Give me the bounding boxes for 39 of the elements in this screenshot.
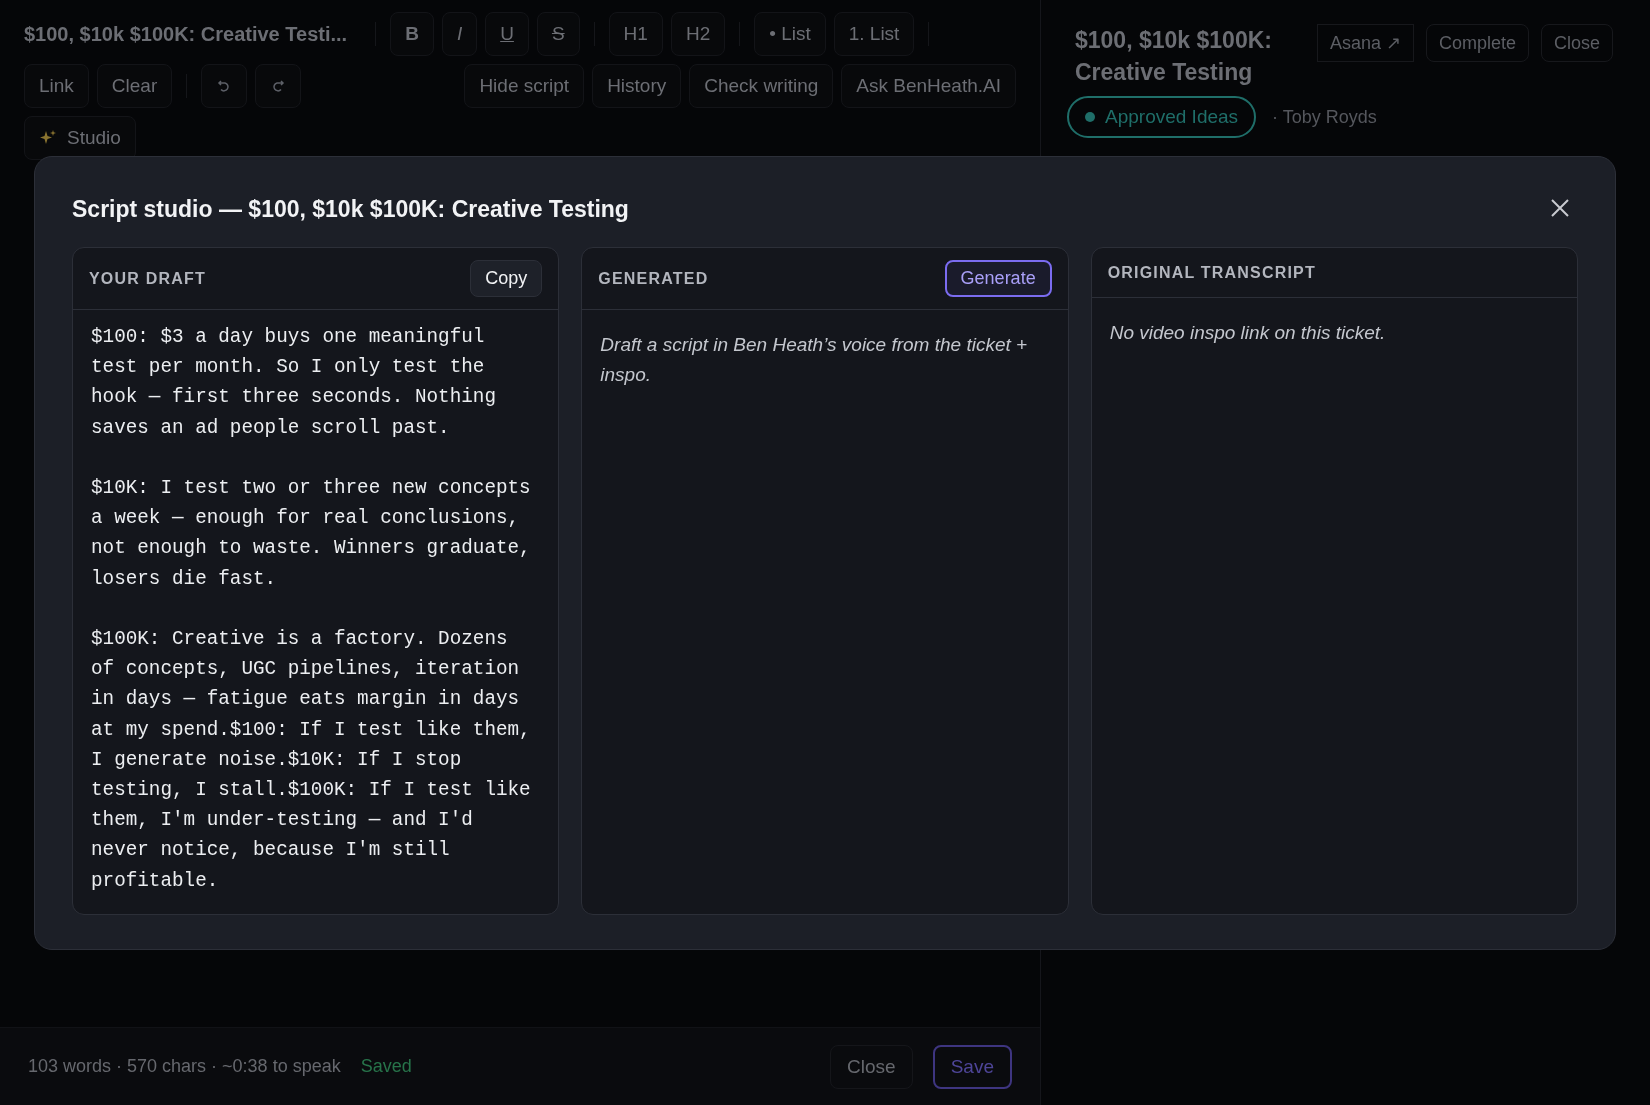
list-button[interactable]: • List: [754, 12, 826, 56]
pane-heading: YOUR DRAFT: [89, 269, 206, 288]
footer-button[interactable]: Close: [830, 1044, 913, 1089]
toolbar-button[interactable]: Ask BenHeath.AI: [841, 64, 1016, 108]
toolbar-button[interactable]: History: [592, 64, 682, 108]
studio-button[interactable]: Studio: [24, 116, 136, 160]
external-link[interactable]: Asana ↗: [1317, 24, 1415, 62]
toolbar-button[interactable]: Hide script: [464, 64, 585, 108]
word-count: 103 words · 570 chars · ~0:38 to speak: [28, 1056, 341, 1077]
ticket-button[interactable]: Close: [1541, 24, 1614, 62]
list-button[interactable]: 1. List: [833, 12, 915, 56]
toolbar-button[interactable]: Link: [24, 64, 89, 108]
heading-button[interactable]: H2: [670, 12, 726, 56]
assignee-name: · Toby Royds: [1272, 106, 1377, 128]
heading-button[interactable]: H1: [608, 12, 663, 56]
pane-heading: ORIGINAL TRANSCRIPT: [1107, 263, 1316, 282]
ticket-title: $100, $10k $100K: Creative Testing: [1075, 26, 1273, 87]
strike-button[interactable]: S: [536, 12, 580, 56]
document-title: $100, $10k $100K: Creative Testi...: [24, 22, 348, 46]
pane-button[interactable]: Copy: [470, 260, 543, 297]
draft-text[interactable]: $100: $3 a day buys one meaningful test per month. So I only test the hook — first three seconds. Nothing saves an ad people scroll past. $10K: I test two or three new concepts a week — enough for real conclusions, not enough to waste. Winners graduate, losers die fast. $100K: Creative is a factory. Dozens of concepts, UGC pipelines, iteration in days — fatigue eats margin in days at my spend.$100: If I test like them, I generate noise.$10K: If I stop testing, I stall.$100K: If I test like them, I'm under-testing — and I'd never notice, because I'm still profitable.: [73, 310, 559, 908]
redo-icon: [270, 78, 287, 94]
dialog-title: Script studio — $100, $10k $100K: Creative Testing: [72, 195, 629, 223]
toolbar-button[interactable]: Check writing: [689, 64, 834, 108]
undo-button[interactable]: [201, 64, 248, 108]
italic-button[interactable]: I: [441, 12, 478, 56]
bold-button[interactable]: B: [390, 12, 434, 56]
pane-button[interactable]: Generate: [944, 260, 1052, 297]
save-status: Saved: [360, 1056, 412, 1077]
redo-button[interactable]: [255, 64, 302, 108]
placeholder-text: No video inspo link on this ticket.: [1108, 321, 1387, 345]
toolbar-button[interactable]: Clear: [96, 64, 173, 108]
status-pill[interactable]: Approved Ideas: [1067, 96, 1257, 138]
underline-button[interactable]: U: [485, 12, 529, 56]
ticket-button[interactable]: Complete: [1426, 24, 1530, 62]
footer-button[interactable]: Save: [932, 1044, 1012, 1089]
placeholder-text: Draft a script in Ben Heath’s voice from the ticket + inspo.: [599, 333, 1029, 387]
pane-heading: GENERATED: [598, 269, 709, 288]
close-icon: [1550, 197, 1570, 218]
